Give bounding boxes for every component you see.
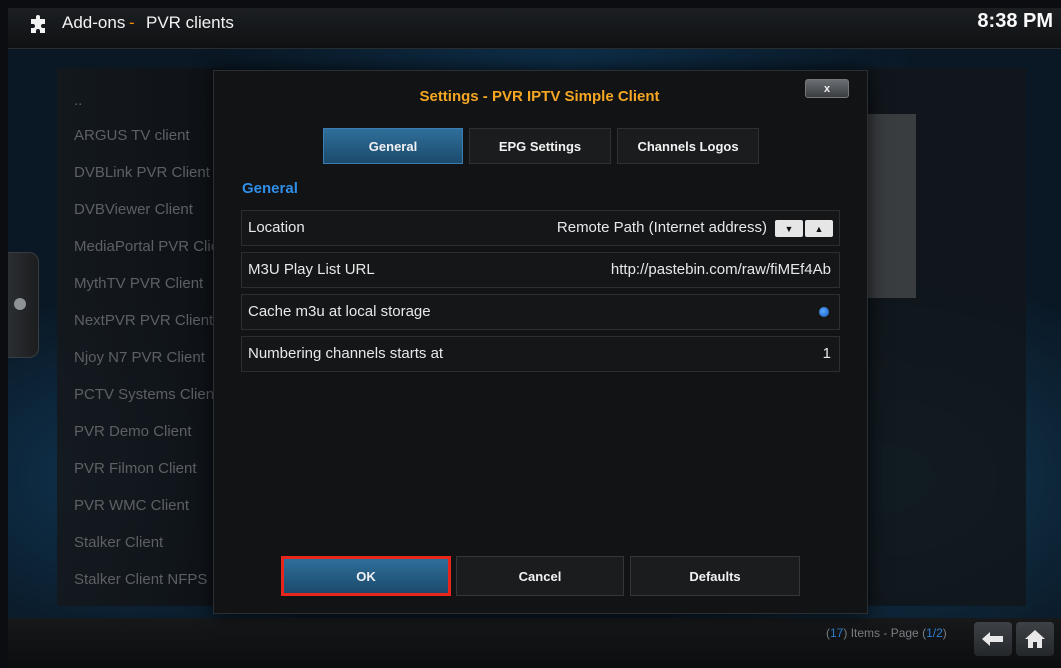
spin-down-icon[interactable]: ▼ bbox=[775, 220, 803, 237]
setting-label: M3U Play List URL bbox=[248, 261, 375, 278]
location-spinner[interactable]: ▼ ▲ bbox=[775, 220, 833, 237]
setting-label: Numbering channels starts at bbox=[248, 345, 444, 362]
cancel-button[interactable]: Cancel bbox=[456, 556, 624, 596]
list-item[interactable]: Njoy N7 PVR Client bbox=[74, 349, 214, 366]
list-item[interactable]: ARGUS TV client bbox=[74, 127, 214, 144]
back-button[interactable] bbox=[974, 622, 1012, 656]
setting-m3u-url[interactable]: M3U Play List URL http://pastebin.com/ra… bbox=[241, 252, 840, 288]
setting-value: http://pastebin.com/raw/fiMEf4Ab bbox=[610, 261, 831, 278]
addon-list-panel bbox=[57, 68, 222, 606]
list-item[interactable]: NextPVR PVR Client bbox=[74, 312, 214, 329]
spin-up-icon[interactable]: ▲ bbox=[805, 220, 833, 237]
setting-value: Remote Path (Internet address) bbox=[556, 219, 767, 236]
setting-label: Location bbox=[248, 219, 305, 236]
dialog-title: Settings - PVR IPTV Simple Client bbox=[419, 88, 660, 105]
close-button[interactable]: x bbox=[805, 79, 849, 98]
setting-cache-m3u[interactable]: Cache m3u at local storage bbox=[241, 294, 840, 330]
addons-puzzle-icon bbox=[31, 15, 45, 33]
home-button[interactable] bbox=[1016, 622, 1054, 656]
home-icon bbox=[1025, 630, 1045, 648]
side-menu-dot-icon bbox=[14, 298, 26, 310]
page-number: 1/2 bbox=[926, 626, 943, 640]
setting-numbering-start[interactable]: Numbering channels starts at 1 bbox=[241, 336, 840, 372]
setting-value: 1 bbox=[822, 345, 831, 362]
tab-general[interactable]: General bbox=[323, 128, 463, 164]
list-item[interactable]: PCTV Systems Client bbox=[74, 386, 214, 403]
breadcrumb-separator: - bbox=[129, 13, 135, 32]
clock: 8:38 PM bbox=[977, 10, 1053, 32]
addon-thumbnail bbox=[860, 114, 916, 298]
tab-channels-logos[interactable]: Channels Logos bbox=[617, 128, 759, 164]
tab-epg-settings[interactable]: EPG Settings bbox=[469, 128, 611, 164]
toggle-on-icon[interactable] bbox=[819, 307, 829, 317]
section-heading: General bbox=[242, 180, 298, 197]
list-item[interactable]: Stalker Client NFPS bbox=[74, 571, 214, 588]
page-info: (17) Items - Page (1/2) bbox=[826, 626, 947, 640]
defaults-button[interactable]: Defaults bbox=[630, 556, 800, 596]
list-item[interactable]: MythTV PVR Client bbox=[74, 275, 214, 292]
ok-button[interactable]: OK bbox=[281, 556, 451, 596]
setting-location[interactable]: Location Remote Path (Internet address) … bbox=[241, 210, 840, 246]
setting-label: Cache m3u at local storage bbox=[248, 303, 431, 320]
list-item[interactable]: PVR Filmon Client bbox=[74, 460, 214, 477]
list-item[interactable]: MediaPortal PVR Client bbox=[74, 238, 214, 255]
list-item-parent[interactable]: .. bbox=[74, 92, 214, 109]
back-arrow-icon bbox=[982, 632, 1003, 646]
items-page-label: Items - Page bbox=[850, 626, 919, 640]
item-count: 17 bbox=[830, 626, 844, 640]
list-item[interactable]: PVR Demo Client bbox=[74, 423, 214, 440]
breadcrumb-page: PVR clients bbox=[146, 13, 234, 32]
list-item[interactable]: Stalker Client bbox=[74, 534, 214, 551]
list-item[interactable]: DVBLink PVR Client bbox=[74, 164, 214, 181]
list-item[interactable]: PVR WMC Client bbox=[74, 497, 214, 514]
breadcrumb-root: Add-ons bbox=[62, 13, 126, 32]
list-item[interactable]: DVBViewer Client bbox=[74, 201, 214, 218]
